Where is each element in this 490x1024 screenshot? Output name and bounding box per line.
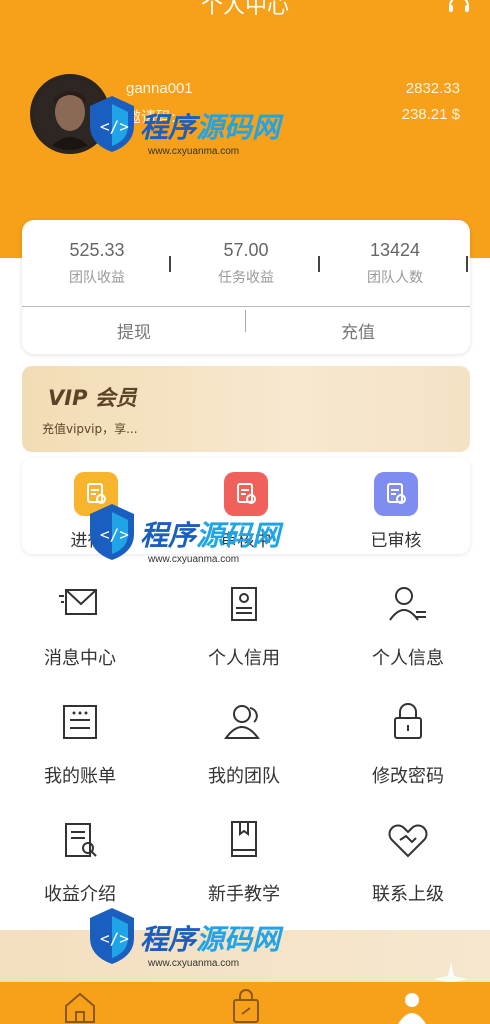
divider: [169, 256, 171, 272]
svg-text:</>: </>: [100, 117, 129, 136]
menu-profile[interactable]: 个人信息: [338, 582, 478, 670]
headset-icon[interactable]: [446, 0, 472, 18]
balance-usd: 238.21 $: [401, 106, 460, 123]
watermark-url: www.cxyuanma.com: [148, 554, 240, 565]
status-reviewed[interactable]: 已审核: [336, 472, 456, 551]
stat-label: 团队人数: [367, 270, 423, 286]
svg-text:</>: </>: [100, 929, 129, 948]
book-icon: [231, 821, 257, 857]
menu-team[interactable]: 我的团队: [174, 700, 314, 788]
team-icon: [224, 705, 260, 739]
menu-contact-superior[interactable]: 联系上级: [338, 818, 478, 906]
profile-tab-icon[interactable]: [394, 988, 430, 1024]
divider: [22, 306, 470, 307]
stat-value: 525.33: [69, 240, 125, 260]
certificate-icon: [231, 587, 257, 621]
divider: [245, 310, 246, 332]
balance-primary: 2832.33: [405, 80, 460, 97]
menu-tutorial[interactable]: 新手教学: [174, 818, 314, 906]
menu-label: 联系上级: [372, 884, 444, 905]
status-label: 已审核: [370, 531, 422, 551]
document-icon: [65, 823, 97, 857]
withdraw-button[interactable]: 提现: [34, 318, 234, 343]
divider: [318, 256, 320, 272]
lock-icon: [394, 703, 422, 739]
watermark-url: www.cxyuanma.com: [148, 958, 240, 969]
clipboard-icon: [374, 472, 418, 516]
vip-subtitle: 充值vipvip，享...: [42, 422, 138, 436]
stat-label: 团队收益: [69, 270, 125, 286]
home-icon[interactable]: [62, 988, 98, 1024]
stat-value: 57.00: [223, 240, 269, 260]
menu-bills[interactable]: 我的账单: [10, 700, 150, 788]
menu-label: 我的团队: [208, 766, 280, 787]
menu-label: 个人信息: [372, 648, 444, 669]
svg-text:</>: </>: [100, 525, 129, 544]
menu-credit[interactable]: 个人信用: [174, 582, 314, 670]
watermark-url: www.cxyuanma.com: [148, 146, 240, 157]
bill-icon: [63, 705, 97, 739]
menu-label: 新手教学: [208, 884, 280, 905]
stat-task-income: 57.00 任务收益: [181, 240, 311, 287]
menu-label: 消息中心: [44, 648, 116, 669]
stat-label: 任务收益: [218, 270, 274, 286]
menu-label: 修改密码: [372, 766, 444, 787]
menu-change-password[interactable]: 修改密码: [338, 700, 478, 788]
stat-team-income: 525.33 团队收益: [32, 240, 162, 287]
menu-label: 收益介绍: [44, 884, 116, 905]
page-title: 个人中心: [200, 0, 289, 19]
watermark-text: 程序源码网: [140, 519, 281, 552]
task-bag-icon[interactable]: [228, 988, 264, 1024]
envelope-icon: [59, 589, 97, 615]
handshake-icon: [388, 824, 428, 858]
recharge-button[interactable]: 充值: [258, 318, 458, 343]
vip-title: VIP 会员: [48, 386, 137, 410]
stat-team-count: 13424 团队人数: [330, 240, 460, 287]
watermark-logo: </> 程序源码网 www.cxyuanma.com: [86, 904, 296, 990]
vip-banner[interactable]: VIP 会员 充值vipvip，享...: [22, 366, 470, 452]
menu-label: 个人信用: [208, 648, 280, 669]
divider: [466, 256, 468, 272]
watermark-logo: </> 程序源码网 www.cxyuanma.com: [86, 92, 296, 178]
stat-value: 13424: [369, 240, 421, 260]
watermark-text: 程序源码网: [140, 111, 281, 144]
user-info-icon: [389, 587, 426, 621]
menu-earnings-intro[interactable]: 收益介绍: [10, 818, 150, 906]
menu-label: 我的账单: [44, 766, 116, 787]
watermark-text: 程序源码网: [140, 923, 281, 956]
stats-card: 525.33 团队收益 57.00 任务收益 13424 团队人数 提现 充值: [22, 220, 470, 354]
watermark-logo: </> 程序源码网 www.cxyuanma.com: [86, 500, 296, 586]
menu-messages[interactable]: 消息中心: [10, 582, 150, 670]
